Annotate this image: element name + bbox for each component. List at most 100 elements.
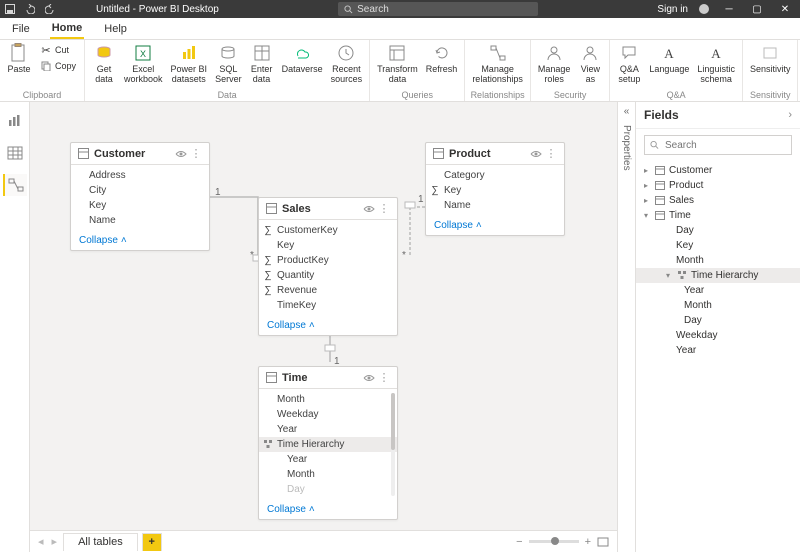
scrollbar[interactable] [391,393,395,496]
expand-pane-icon[interactable]: › [788,109,792,121]
more-options-icon[interactable]: ⋮ [544,147,558,160]
zoom-out-button[interactable]: − [516,536,522,548]
field-row[interactable]: Weekday [259,407,397,422]
field-row[interactable]: ∑Key [426,183,564,198]
more-options-icon[interactable]: ⋮ [189,147,203,160]
table-card-time[interactable]: Time ⋮ Month Weekday Year Time Hierarchy… [258,366,398,520]
user-avatar-icon[interactable] [698,3,710,15]
minimize-button[interactable]: ─ [720,4,738,15]
cut-button[interactable]: ✂Cut [36,42,80,58]
field-row[interactable]: Address [71,168,209,183]
tree-field-item[interactable]: Year [636,283,800,298]
transform-data-button[interactable]: Transform data [374,42,421,85]
enter-data-button[interactable]: Enter data [247,42,277,85]
fields-search-input[interactable] [663,139,786,152]
visibility-toggle-icon[interactable] [363,205,377,213]
zoom-slider[interactable] [529,540,579,543]
menu-help[interactable]: Help [102,20,129,38]
tree-field-item[interactable]: Month [636,253,800,268]
collapse-link[interactable]: Collapse˄ [71,231,209,250]
field-row[interactable]: Category [426,168,564,183]
field-row[interactable]: Month [259,392,397,407]
sql-server-button[interactable]: SQL Server [212,42,245,85]
table-card-sales[interactable]: Sales ⋮ ∑CustomerKey Key ∑ProductKey ∑Qu… [258,197,398,336]
add-layout-tab-button[interactable]: + [142,533,162,551]
undo-icon[interactable] [24,3,36,15]
field-row[interactable]: Name [71,213,209,228]
visibility-toggle-icon[interactable] [363,374,377,382]
field-row[interactable]: City [71,183,209,198]
tree-table-item[interactable]: ▸Customer [636,163,800,178]
collapse-link[interactable]: Collapse˄ [259,500,397,519]
manage-roles-button[interactable]: Manage roles [535,42,574,85]
sensitivity-button[interactable]: Sensitivity [747,42,794,75]
field-row[interactable]: Year [259,422,397,437]
field-row[interactable]: Key [71,198,209,213]
collapse-panes-icon[interactable]: « [624,106,630,117]
menu-file[interactable]: File [10,20,32,38]
dataverse-button[interactable]: Dataverse [279,42,326,75]
manage-relationships-button[interactable]: Manage relationships [469,42,526,85]
report-view-button[interactable] [3,110,27,132]
menu-home[interactable]: Home [50,19,85,39]
get-data-button[interactable]: Get data [89,42,119,85]
language-button[interactable]: ALanguage [646,42,692,75]
tree-table-item[interactable]: ▾Time [636,208,800,223]
hierarchy-child-row[interactable]: Month [259,467,397,482]
collapse-link[interactable]: Collapse˄ [426,216,564,235]
fields-search[interactable] [644,135,792,155]
tree-field-item[interactable]: Key [636,238,800,253]
model-canvas[interactable]: 1 * * 1 * 1 Customer ⋮ Address City Key … [30,102,617,530]
field-row[interactable]: ∑ProductKey [259,253,397,268]
visibility-toggle-icon[interactable] [530,150,544,158]
field-row[interactable]: ∑Revenue [259,283,397,298]
tab-nav-prev[interactable]: ◂ [36,535,46,548]
view-as-button[interactable]: View as [575,42,605,85]
recent-sources-button[interactable]: Recent sources [328,42,366,85]
excel-workbook-button[interactable]: XExcel workbook [121,42,166,85]
tree-field-item[interactable]: Year [636,343,800,358]
save-icon[interactable] [4,3,16,15]
field-row[interactable]: TimeKey [259,298,397,313]
global-search[interactable]: Search [338,2,538,16]
paste-button[interactable]: Paste [4,42,34,75]
hierarchy-row[interactable]: Time Hierarchy [259,437,397,452]
sign-in-link[interactable]: Sign in [657,4,688,15]
copy-button[interactable]: Copy [36,58,80,74]
field-row[interactable]: Key [259,238,397,253]
properties-pane-toggle[interactable]: Properties [621,125,632,171]
layout-tab-all-tables[interactable]: All tables [63,533,138,551]
hierarchy-child-row[interactable]: Year [259,452,397,467]
hierarchy-child-row[interactable]: Day [259,482,397,497]
tree-field-item[interactable]: Month [636,298,800,313]
table-card-customer[interactable]: Customer ⋮ Address City Key Name Collaps… [70,142,210,251]
tree-table-item[interactable]: ▸Sales [636,193,800,208]
linguistic-schema-button[interactable]: ALinguistic schema [694,42,738,85]
tree-table-item[interactable]: ▸Product [636,178,800,193]
tree-field-item[interactable]: Weekday [636,328,800,343]
table-card-product[interactable]: Product ⋮ Category ∑Key Name Collapse˄ [425,142,565,236]
redo-icon[interactable] [44,3,56,15]
close-button[interactable]: ✕ [776,4,794,15]
sigma-icon: ∑ [263,286,273,296]
cut-icon: ✂ [40,44,52,56]
field-row[interactable]: Name [426,198,564,213]
more-options-icon[interactable]: ⋮ [377,371,391,384]
refresh-button[interactable]: Refresh [423,42,461,75]
tab-nav-next[interactable]: ▸ [50,535,60,548]
zoom-in-button[interactable]: + [585,536,591,548]
tree-hierarchy-item[interactable]: ▾Time Hierarchy [636,268,800,283]
tree-field-item[interactable]: Day [636,313,800,328]
more-options-icon[interactable]: ⋮ [377,202,391,215]
field-row[interactable]: ∑Quantity [259,268,397,283]
model-view-button[interactable] [3,174,27,196]
maximize-button[interactable]: ▢ [748,4,766,15]
data-view-button[interactable] [3,142,27,164]
field-row[interactable]: ∑CustomerKey [259,223,397,238]
pbi-datasets-button[interactable]: Power BI datasets [168,42,211,85]
fit-to-page-button[interactable] [597,537,609,547]
tree-field-item[interactable]: Day [636,223,800,238]
qa-setup-button[interactable]: Q&A setup [614,42,644,85]
collapse-link[interactable]: Collapse˄ [259,316,397,335]
visibility-toggle-icon[interactable] [175,150,189,158]
